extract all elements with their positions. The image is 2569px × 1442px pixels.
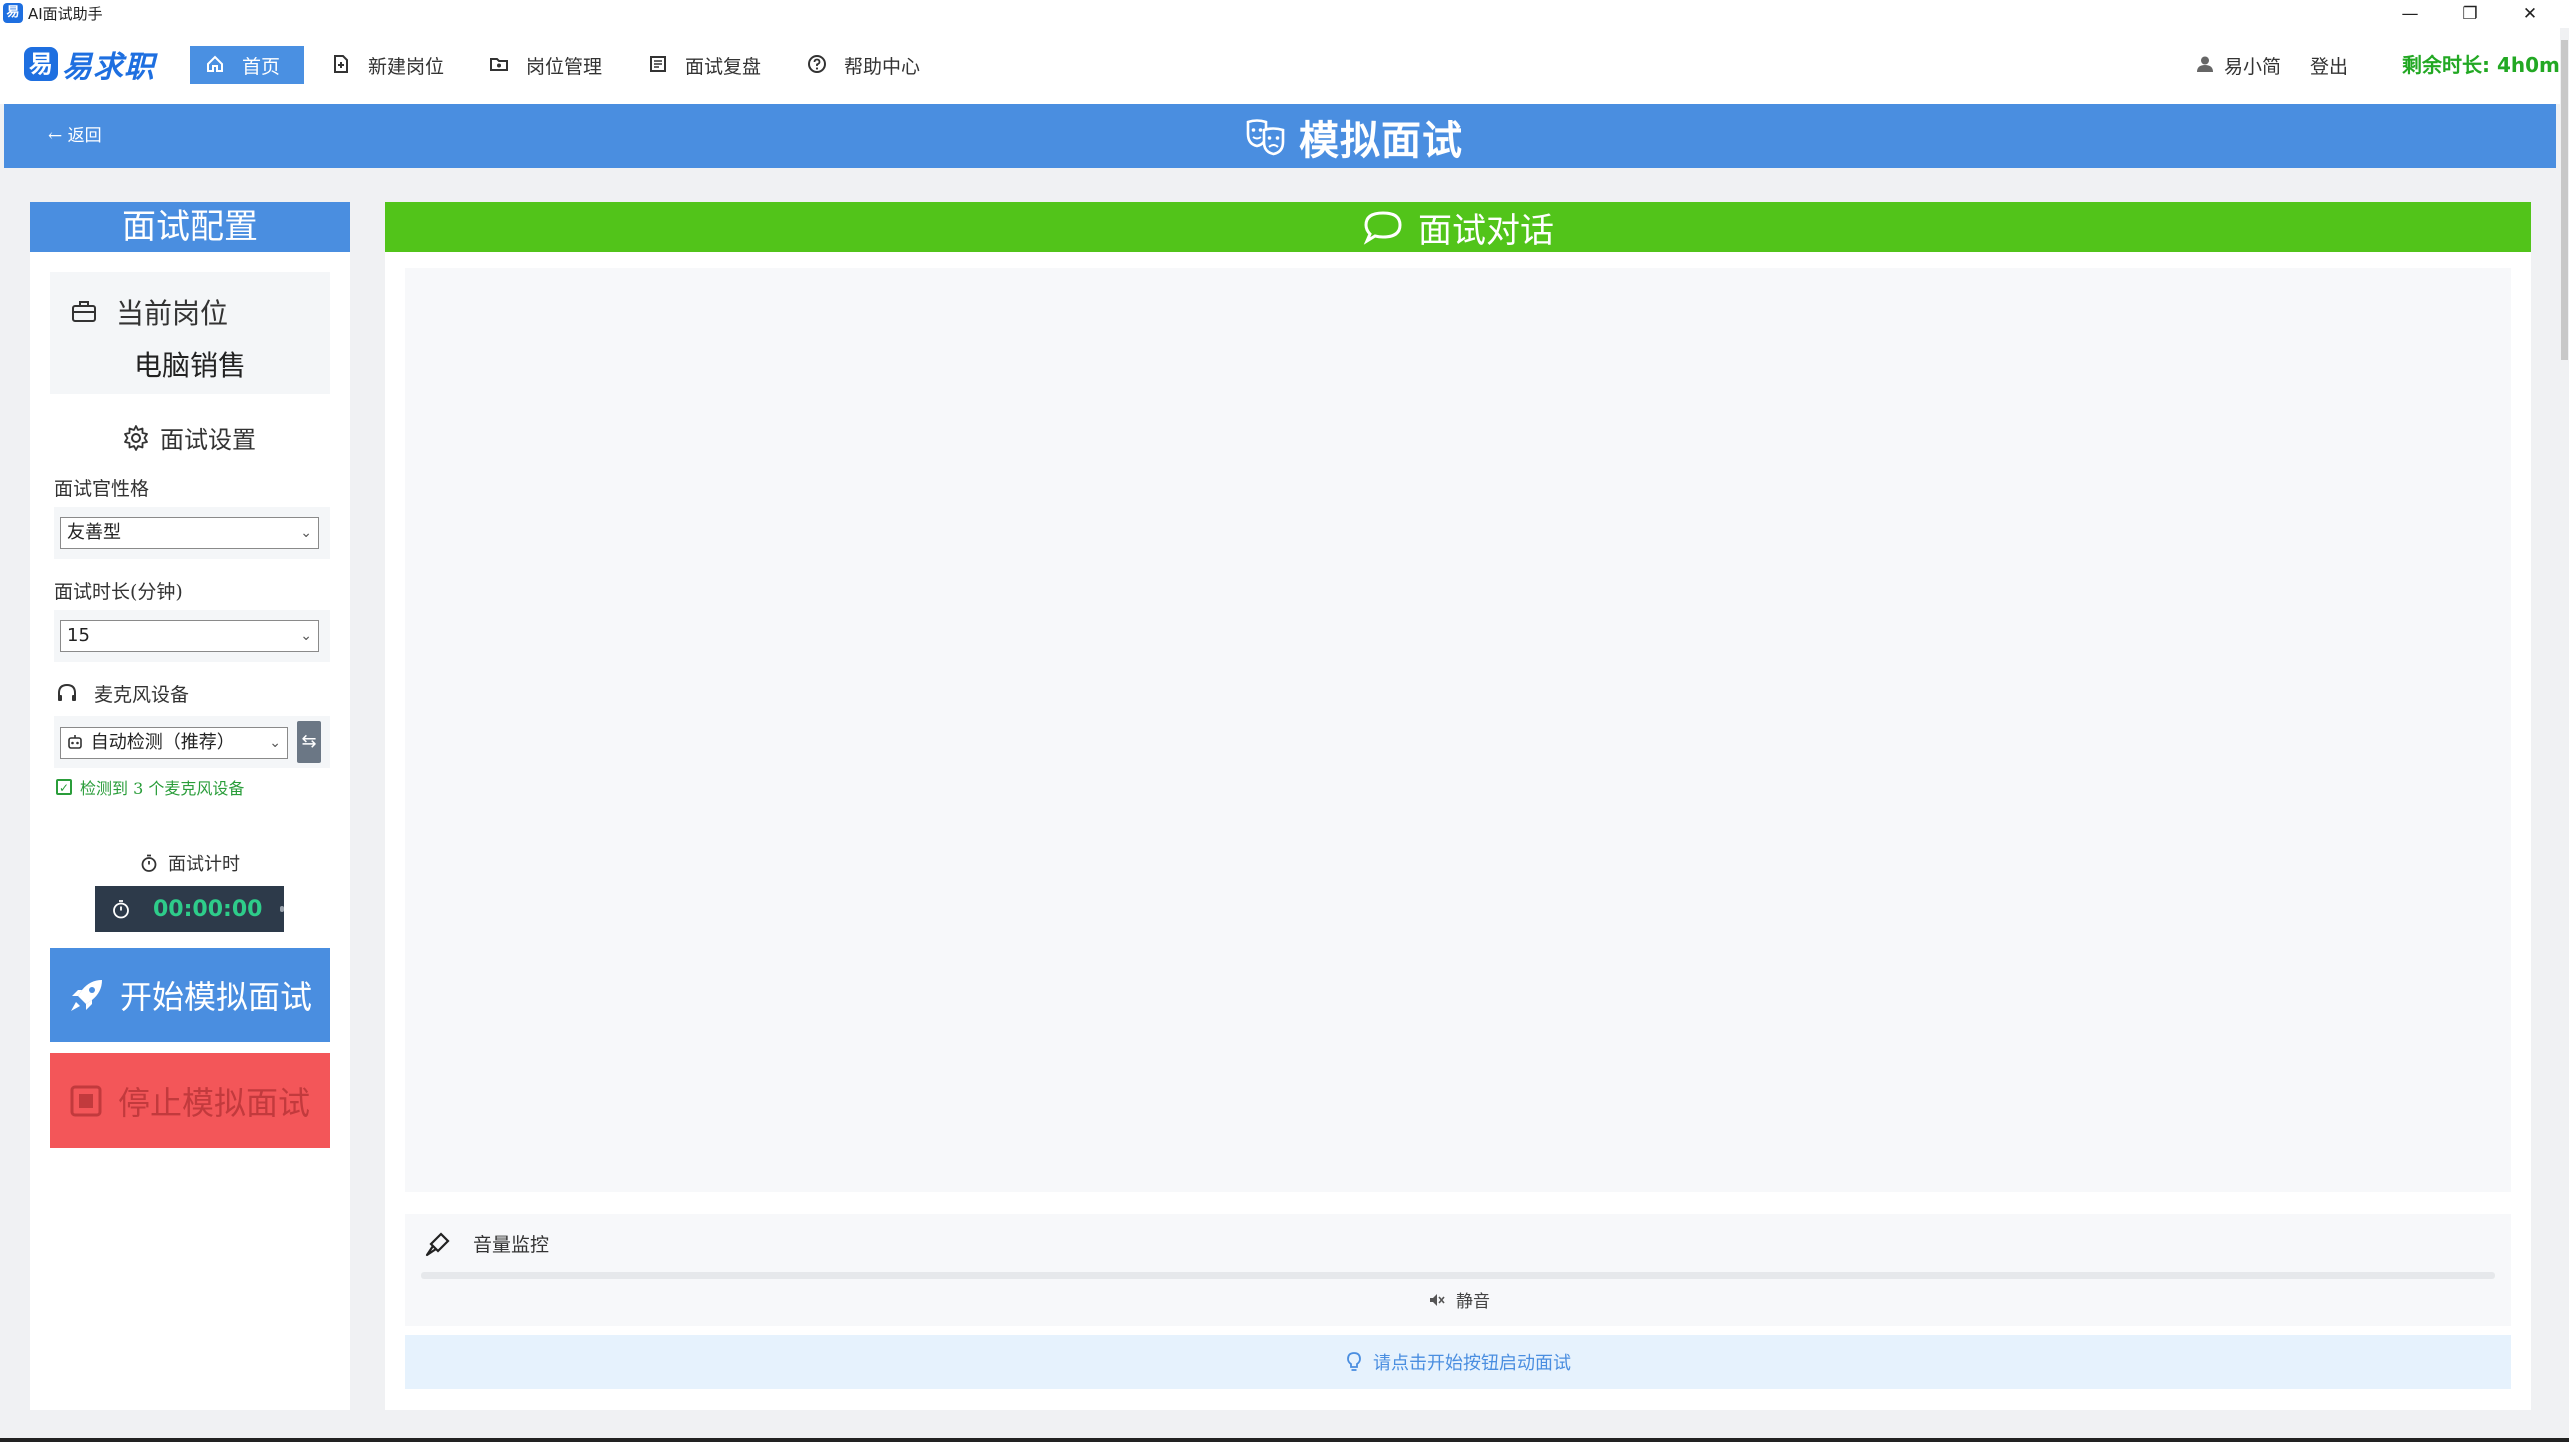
logout-button[interactable]: 登出 bbox=[2310, 46, 2348, 84]
mic-refresh-button[interactable]: ⇆ bbox=[297, 721, 321, 763]
chevron-down-icon: ⌄ bbox=[300, 525, 312, 541]
nav-item-position-management[interactable]: 岗位管理 bbox=[474, 46, 616, 84]
user-icon bbox=[2196, 55, 2216, 75]
position-label-text: 当前岗位 bbox=[116, 297, 229, 330]
theater-masks-icon bbox=[1245, 116, 1287, 158]
mute-status: 静音 bbox=[1428, 1287, 1490, 1312]
nav-item-interview-review[interactable]: 面试复盘 bbox=[633, 46, 775, 84]
config-panel-title: 面试配置 bbox=[30, 202, 350, 252]
window-title: AI面试助手 bbox=[28, 5, 103, 23]
interview-settings-title: 面试设置 bbox=[122, 420, 256, 455]
headphones-icon bbox=[56, 682, 80, 706]
user-menu[interactable]: 易小简 bbox=[2196, 46, 2281, 84]
robot-icon bbox=[67, 730, 85, 760]
personality-select-value: 友善型 bbox=[67, 522, 121, 543]
page-title: 模拟面试 bbox=[1299, 118, 1463, 164]
volume-label-text: 音量监控 bbox=[473, 1234, 550, 1256]
stop-interview-button[interactable]: 停止模拟面试 bbox=[50, 1053, 330, 1148]
timer-label: 面试计时 bbox=[140, 850, 240, 876]
microphone-select[interactable]: 自动检测（推荐） ⌄ bbox=[60, 727, 288, 759]
duration-select[interactable]: 15 ⌄ bbox=[60, 620, 319, 652]
stop-button-label: 停止模拟面试 bbox=[117, 1083, 310, 1122]
gear-icon bbox=[122, 424, 150, 452]
mic-select-value: 自动检测（推荐） bbox=[90, 732, 235, 753]
user-name: 易小简 bbox=[2224, 55, 2282, 78]
page-title-group: 模拟面试 bbox=[1245, 108, 1463, 166]
timer-status-dot bbox=[280, 906, 284, 912]
rocket-icon bbox=[68, 976, 106, 1014]
stopwatch-icon bbox=[140, 854, 158, 872]
close-window-button[interactable]: ✕ bbox=[2500, 0, 2560, 28]
home-icon bbox=[204, 54, 226, 76]
speaker-muted-icon bbox=[1428, 1291, 1446, 1309]
scrollbar-thumb[interactable] bbox=[2561, 40, 2568, 360]
chat-title-text: 面试对话 bbox=[1418, 210, 1554, 251]
duration-label: 面试时长(分钟) bbox=[54, 581, 183, 603]
help-icon bbox=[806, 54, 828, 76]
stopwatch-icon bbox=[111, 899, 131, 919]
remaining-time: 剩余时长: 4h0m bbox=[2402, 53, 2560, 77]
folder-icon bbox=[488, 54, 510, 76]
refresh-icon: ⇆ bbox=[301, 731, 317, 752]
lightbulb-icon bbox=[1345, 1351, 1363, 1373]
mute-status-text: 静音 bbox=[1456, 1292, 1490, 1312]
minimize-button[interactable]: — bbox=[2380, 0, 2440, 28]
new-document-icon bbox=[330, 54, 352, 76]
window-titlebar bbox=[0, 0, 2569, 28]
start-interview-button[interactable]: 开始模拟面试 bbox=[50, 948, 330, 1042]
chevron-down-icon: ⌄ bbox=[300, 628, 312, 644]
nav-item-label: 首页 bbox=[242, 55, 281, 78]
review-list-icon bbox=[647, 54, 669, 76]
chat-message-area[interactable] bbox=[405, 268, 2511, 1192]
back-link[interactable]: ← 返回 bbox=[48, 124, 102, 148]
start-button-label: 开始模拟面试 bbox=[119, 978, 312, 1016]
microphone-device-label: 麦克风设备 bbox=[56, 680, 189, 707]
app-icon: 易 bbox=[3, 3, 23, 23]
nav-item-new-position[interactable]: 新建岗位 bbox=[316, 46, 458, 84]
nav-item-help-center[interactable]: 帮助中心 bbox=[792, 46, 934, 84]
nav-item-home[interactable]: 首页 bbox=[190, 46, 304, 84]
current-position-value: 电脑销售 bbox=[133, 349, 246, 382]
mic-detected-status: ✓ 检测到 3 个麦克风设备 bbox=[56, 775, 244, 799]
duration-select-value: 15 bbox=[67, 625, 90, 646]
check-icon: ✓ bbox=[56, 779, 72, 795]
microphone-icon bbox=[425, 1231, 451, 1257]
logout-label: 登出 bbox=[2310, 55, 2349, 78]
nav-item-label: 岗位管理 bbox=[526, 55, 603, 78]
briefcase-icon bbox=[70, 297, 100, 327]
stop-square-icon bbox=[70, 1085, 102, 1117]
logo-mark-icon: 易 bbox=[24, 47, 58, 81]
nav-item-label: 帮助中心 bbox=[844, 55, 921, 78]
personality-select[interactable]: 友善型 ⌄ bbox=[60, 517, 319, 549]
hint-text: 请点击开始按钮启动面试 bbox=[1373, 1353, 1571, 1374]
settings-title-text: 面试设置 bbox=[160, 426, 256, 454]
maximize-button[interactable]: ❐ bbox=[2440, 0, 2500, 28]
timer-display: 00:00:00 bbox=[95, 886, 284, 932]
timer-value: 00:00:00 bbox=[153, 896, 263, 922]
personality-label: 面试官性格 bbox=[54, 478, 150, 500]
chat-bubble-icon bbox=[1362, 209, 1404, 245]
taskbar-edge bbox=[0, 1438, 2569, 1442]
nav-item-label: 新建岗位 bbox=[368, 55, 445, 78]
volume-monitor-label: 音量监控 bbox=[425, 1230, 549, 1257]
mic-detected-text: 检测到 3 个麦克风设备 bbox=[80, 779, 245, 798]
logo-text: 易求职 bbox=[62, 50, 155, 85]
volume-meter bbox=[421, 1272, 2495, 1279]
chat-panel-title: 面试对话 bbox=[385, 202, 2531, 252]
nav-item-label: 面试复盘 bbox=[685, 55, 762, 78]
timer-label-text: 面试计时 bbox=[168, 854, 240, 875]
brand-logo[interactable]: 易 易求职 bbox=[24, 44, 155, 85]
mic-label-text: 麦克风设备 bbox=[94, 684, 190, 706]
current-position-label: 当前岗位 bbox=[70, 292, 228, 332]
start-hint-bar: 请点击开始按钮启动面试 bbox=[405, 1335, 2511, 1389]
chevron-down-icon: ⌄ bbox=[269, 735, 281, 751]
